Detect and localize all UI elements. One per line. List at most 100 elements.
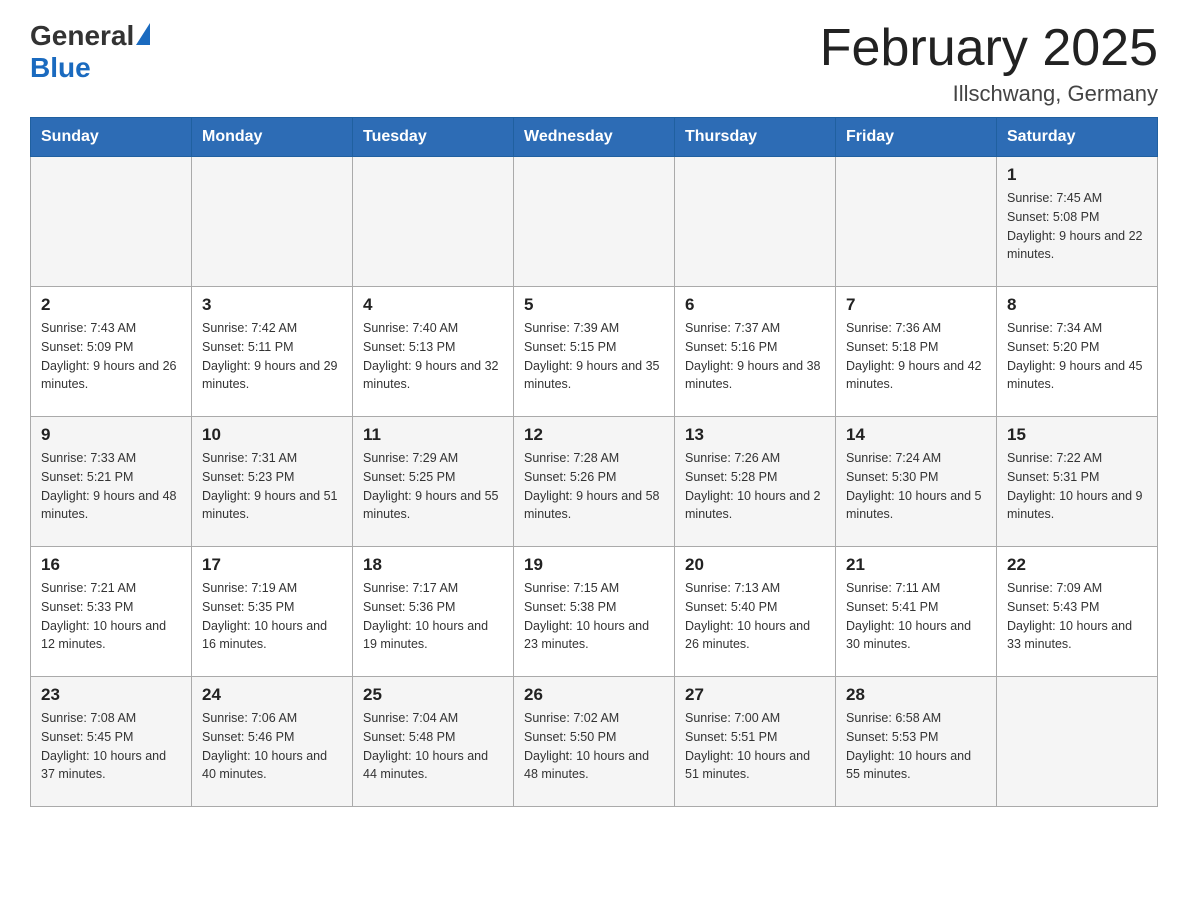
calendar-cell: 9 Sunrise: 7:33 AM Sunset: 5:21 PM Daylig… [31,417,192,547]
calendar-cell: 17 Sunrise: 7:19 AM Sunset: 5:35 PM Dayli… [192,547,353,677]
calendar-cell: 1 Sunrise: 7:45 AM Sunset: 5:08 PM Daylig… [997,157,1158,287]
day-info: Sunrise: 7:08 AM Sunset: 5:45 PM Dayligh… [41,709,181,784]
day-number: 1 [1007,165,1147,185]
day-number: 22 [1007,555,1147,575]
weekday-header-sunday: Sunday [31,118,192,157]
weekday-header-monday: Monday [192,118,353,157]
calendar-cell: 14Sunrise: 7:24 AM Sunset: 5:30 PM Dayli… [836,417,997,547]
calendar-cell [675,157,836,287]
day-info: Sunrise: 7:02 AM Sunset: 5:50 PM Dayligh… [524,709,664,784]
calendar-cell: 15 Sunrise: 7:22 AM Sunset: 5:31 PM Dayli… [997,417,1158,547]
calendar-table: SundayMondayTuesdayWednesdayThursdayFrid… [30,117,1158,807]
day-info: Sunrise: 7:45 AM Sunset: 5:08 PM Dayligh… [1007,189,1147,264]
calendar-cell [31,157,192,287]
day-info: Sunrise: 7:22 AM Sunset: 5:31 PM Dayligh… [1007,449,1147,524]
day-info: Sunrise: 7:31 AM Sunset: 5:23 PM Dayligh… [202,449,342,524]
day-number: 10 [202,425,342,445]
logo-general-text: General [30,20,134,52]
calendar-title: February 2025 [820,20,1158,77]
calendar-body: 1 Sunrise: 7:45 AM Sunset: 5:08 PM Daylig… [31,157,1158,807]
day-info: Sunrise: 7:34 AM Sunset: 5:20 PM Dayligh… [1007,319,1147,394]
day-number: 19 [524,555,664,575]
day-info: Sunrise: 7:33 AM Sunset: 5:21 PM Dayligh… [41,449,181,524]
weekday-header-wednesday: Wednesday [514,118,675,157]
day-number: 7 [846,295,986,315]
calendar-week-row: 23 Sunrise: 7:08 AM Sunset: 5:45 PM Dayli… [31,677,1158,807]
calendar-cell [353,157,514,287]
day-number: 24 [202,685,342,705]
calendar-cell: 24 Sunrise: 7:06 AM Sunset: 5:46 PM Dayli… [192,677,353,807]
calendar-cell: 2 Sunrise: 7:43 AM Sunset: 5:09 PM Daylig… [31,287,192,417]
calendar-cell: 19Sunrise: 7:15 AM Sunset: 5:38 PM Dayli… [514,547,675,677]
day-info: Sunrise: 7:19 AM Sunset: 5:35 PM Dayligh… [202,579,342,654]
day-number: 16 [41,555,181,575]
day-number: 4 [363,295,503,315]
day-number: 23 [41,685,181,705]
calendar-cell: 8 Sunrise: 7:34 AM Sunset: 5:20 PM Daylig… [997,287,1158,417]
day-info: Sunrise: 7:11 AM Sunset: 5:41 PM Dayligh… [846,579,986,654]
calendar-week-row: 2 Sunrise: 7:43 AM Sunset: 5:09 PM Daylig… [31,287,1158,417]
calendar-cell: 25Sunrise: 7:04 AM Sunset: 5:48 PM Dayli… [353,677,514,807]
day-number: 15 [1007,425,1147,445]
weekday-header-thursday: Thursday [675,118,836,157]
day-number: 8 [1007,295,1147,315]
calendar-cell: 11 Sunrise: 7:29 AM Sunset: 5:25 PM Dayli… [353,417,514,547]
calendar-cell: 7 Sunrise: 7:36 AM Sunset: 5:18 PM Daylig… [836,287,997,417]
day-number: 26 [524,685,664,705]
calendar-cell: 18 Sunrise: 7:17 AM Sunset: 5:36 PM Dayli… [353,547,514,677]
calendar-header: SundayMondayTuesdayWednesdayThursdayFrid… [31,118,1158,157]
calendar-cell: 26 Sunrise: 7:02 AM Sunset: 5:50 PM Dayli… [514,677,675,807]
day-number: 14 [846,425,986,445]
logo-triangle-icon [136,23,150,45]
calendar-cell: 27Sunrise: 7:00 AM Sunset: 5:51 PM Dayli… [675,677,836,807]
calendar-cell: 10 Sunrise: 7:31 AM Sunset: 5:23 PM Dayli… [192,417,353,547]
day-info: Sunrise: 6:58 AM Sunset: 5:53 PM Dayligh… [846,709,986,784]
logo: General Blue [30,20,150,84]
day-info: Sunrise: 7:36 AM Sunset: 5:18 PM Dayligh… [846,319,986,394]
calendar-cell [997,677,1158,807]
day-number: 17 [202,555,342,575]
calendar-cell: 5 Sunrise: 7:39 AM Sunset: 5:15 PM Daylig… [514,287,675,417]
calendar-cell [192,157,353,287]
day-number: 11 [363,425,503,445]
day-number: 27 [685,685,825,705]
day-info: Sunrise: 7:40 AM Sunset: 5:13 PM Dayligh… [363,319,503,394]
day-info: Sunrise: 7:37 AM Sunset: 5:16 PM Dayligh… [685,319,825,394]
day-info: Sunrise: 7:06 AM Sunset: 5:46 PM Dayligh… [202,709,342,784]
calendar-cell: 23 Sunrise: 7:08 AM Sunset: 5:45 PM Dayli… [31,677,192,807]
logo-blue-text: Blue [30,52,150,84]
day-info: Sunrise: 7:42 AM Sunset: 5:11 PM Dayligh… [202,319,342,394]
weekday-header-row: SundayMondayTuesdayWednesdayThursdayFrid… [31,118,1158,157]
day-number: 3 [202,295,342,315]
day-number: 25 [363,685,503,705]
day-info: Sunrise: 7:13 AM Sunset: 5:40 PM Dayligh… [685,579,825,654]
day-info: Sunrise: 7:17 AM Sunset: 5:36 PM Dayligh… [363,579,503,654]
calendar-cell: 16 Sunrise: 7:21 AM Sunset: 5:33 PM Dayli… [31,547,192,677]
calendar-cell: 13 Sunrise: 7:26 AM Sunset: 5:28 PM Dayli… [675,417,836,547]
day-number: 18 [363,555,503,575]
calendar-cell: 28Sunrise: 6:58 AM Sunset: 5:53 PM Dayli… [836,677,997,807]
day-number: 20 [685,555,825,575]
day-info: Sunrise: 7:26 AM Sunset: 5:28 PM Dayligh… [685,449,825,524]
calendar-cell: 22 Sunrise: 7:09 AM Sunset: 5:43 PM Dayli… [997,547,1158,677]
day-info: Sunrise: 7:29 AM Sunset: 5:25 PM Dayligh… [363,449,503,524]
calendar-title-block: February 2025 Illschwang, Germany [820,20,1158,107]
day-number: 13 [685,425,825,445]
day-number: 9 [41,425,181,445]
day-info: Sunrise: 7:43 AM Sunset: 5:09 PM Dayligh… [41,319,181,394]
calendar-week-row: 1 Sunrise: 7:45 AM Sunset: 5:08 PM Daylig… [31,157,1158,287]
calendar-cell [514,157,675,287]
calendar-cell: 21Sunrise: 7:11 AM Sunset: 5:41 PM Dayli… [836,547,997,677]
weekday-header-friday: Friday [836,118,997,157]
day-info: Sunrise: 7:09 AM Sunset: 5:43 PM Dayligh… [1007,579,1147,654]
day-number: 5 [524,295,664,315]
calendar-week-row: 16 Sunrise: 7:21 AM Sunset: 5:33 PM Dayli… [31,547,1158,677]
day-info: Sunrise: 7:21 AM Sunset: 5:33 PM Dayligh… [41,579,181,654]
calendar-week-row: 9 Sunrise: 7:33 AM Sunset: 5:21 PM Daylig… [31,417,1158,547]
weekday-header-tuesday: Tuesday [353,118,514,157]
calendar-cell: 6 Sunrise: 7:37 AM Sunset: 5:16 PM Daylig… [675,287,836,417]
day-number: 2 [41,295,181,315]
day-number: 6 [685,295,825,315]
calendar-cell: 4 Sunrise: 7:40 AM Sunset: 5:13 PM Daylig… [353,287,514,417]
day-info: Sunrise: 7:39 AM Sunset: 5:15 PM Dayligh… [524,319,664,394]
